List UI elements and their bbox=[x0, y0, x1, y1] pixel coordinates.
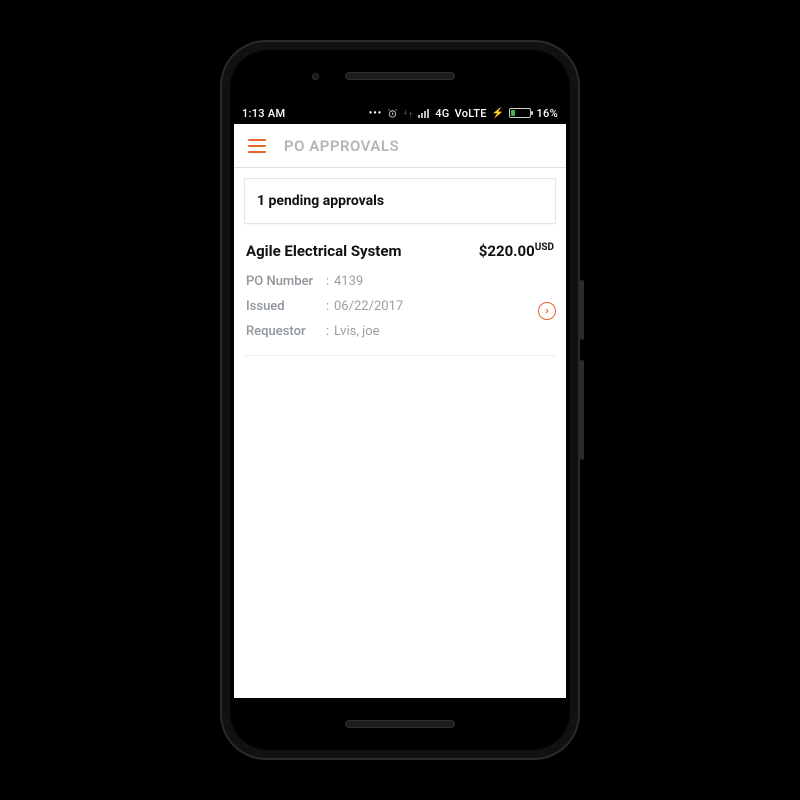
pending-summary-card[interactable]: 1 pending approvals bbox=[244, 178, 556, 224]
battery-percent: 16% bbox=[536, 107, 558, 120]
speaker-bottom bbox=[345, 720, 455, 728]
phone-frame: 1:13 AM ••• 4G VoLTE ⚡ bbox=[220, 40, 580, 760]
po-amount-value: $220.00 bbox=[479, 242, 535, 260]
front-camera bbox=[312, 73, 319, 80]
requestor-value: Lvis, joe bbox=[334, 324, 554, 339]
data-arrows-icon bbox=[403, 108, 413, 119]
app-bar: PO APPROVALS bbox=[234, 124, 566, 168]
side-button bbox=[580, 280, 584, 340]
charging-icon: ⚡ bbox=[492, 108, 505, 119]
po-details: PO Number : 4139 Issued : 06/22/2017 Req… bbox=[246, 274, 554, 339]
alarm-icon bbox=[387, 108, 398, 119]
requestor-label: Requestor bbox=[246, 324, 326, 339]
po-list-item[interactable]: Agile Electrical System $220.00USD PO Nu… bbox=[244, 238, 556, 356]
menu-icon[interactable] bbox=[248, 139, 266, 153]
content-area[interactable]: 1 pending approvals Agile Electrical Sys… bbox=[234, 168, 566, 698]
page-title: PO APPROVALS bbox=[284, 137, 399, 155]
side-button bbox=[580, 360, 584, 460]
pending-summary-text: 1 pending approvals bbox=[257, 193, 384, 209]
po-number-value: 4139 bbox=[334, 274, 554, 289]
po-number-label: PO Number bbox=[246, 274, 326, 289]
po-title: Agile Electrical System bbox=[246, 242, 401, 260]
po-currency: USD bbox=[535, 242, 554, 253]
network-label: 4G bbox=[435, 107, 449, 120]
signal-icon bbox=[418, 109, 430, 118]
status-dots-icon: ••• bbox=[369, 108, 383, 119]
chevron-right-icon[interactable] bbox=[538, 302, 556, 320]
issued-label: Issued bbox=[246, 299, 326, 314]
po-amount: $220.00USD bbox=[479, 242, 554, 260]
screen: 1:13 AM ••• 4G VoLTE ⚡ bbox=[234, 102, 566, 698]
volte-label: VoLTE bbox=[455, 107, 487, 120]
battery-icon bbox=[509, 108, 531, 118]
speaker-top bbox=[345, 72, 455, 80]
issued-value: 06/22/2017 bbox=[334, 299, 554, 314]
status-bar: 1:13 AM ••• 4G VoLTE ⚡ bbox=[234, 102, 566, 124]
status-time: 1:13 AM bbox=[242, 107, 285, 120]
phone-inner: 1:13 AM ••• 4G VoLTE ⚡ bbox=[230, 50, 570, 750]
